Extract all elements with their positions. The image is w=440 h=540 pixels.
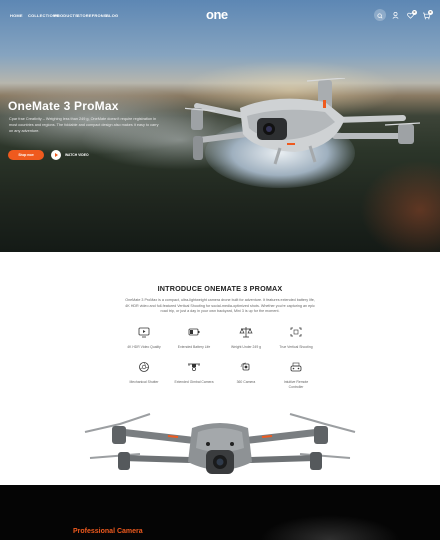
feature-label: Extended Gimbal Camera (174, 380, 214, 384)
battery-icon (188, 328, 200, 336)
feature-label: Extended Battery Life (177, 345, 211, 349)
field-area (360, 160, 440, 252)
video-camera-icon (138, 327, 150, 338)
hero-drone-image (185, 78, 420, 165)
nav-link-home[interactable]: Home (10, 13, 23, 18)
account-button[interactable] (390, 10, 401, 21)
feature-label: Intuitive Remote Controller (283, 380, 309, 389)
top-navigation: Home Collections Products Storefrons Blo… (0, 0, 440, 30)
feature-label: Weight Under 249 g (230, 345, 262, 349)
feature-item: True Vertical Shooting (276, 326, 316, 350)
nav-link-products[interactable]: Products (54, 13, 78, 18)
feature-label: True Vertical Shooting (279, 345, 313, 349)
feature-item: Extended Battery Life (174, 326, 214, 350)
feature-item: 4K HDR Video Quality (124, 326, 164, 350)
hero-banner: Home Collections Products Storefrons Blo… (0, 0, 440, 252)
feature-label: 4K HDR Video Quality (127, 345, 161, 349)
watch-video-link[interactable]: Watch video (65, 153, 89, 157)
cart-count-badge: 0 (428, 10, 433, 15)
hero-description: Cpar frae Creativity – Weighing less tha… (9, 117, 159, 133)
promo-title: Professional Camera (73, 528, 143, 535)
slider-pagination (208, 244, 231, 252)
aperture-icon (139, 362, 149, 372)
shop-now-button[interactable]: Shop now (8, 150, 44, 160)
gimbal-drone-icon (188, 363, 200, 371)
nav-link-storefrons[interactable]: Storefrons (77, 13, 107, 18)
frame-icon (290, 327, 302, 337)
360-camera-icon (240, 362, 250, 371)
wishlist-count-badge: 0 (412, 10, 417, 15)
product-glow (260, 515, 400, 540)
remote-controller-icon (290, 362, 302, 372)
search-icon (377, 13, 383, 19)
site-logo[interactable]: one (206, 7, 228, 22)
hero-title: OneMate 3 ProMax (8, 99, 119, 113)
feature-item: Mechanical Shutter (124, 361, 164, 385)
scale-icon (239, 327, 253, 338)
feature-item: Weight Under 249 g (226, 326, 266, 350)
feature-label: 360 Camera (236, 380, 256, 384)
feature-item: Extended Gimbal Camera (174, 361, 214, 385)
search-button[interactable] (374, 9, 386, 21)
product-drone-image (84, 413, 356, 474)
feature-label: Mechanical Shutter (129, 380, 159, 384)
user-icon (392, 12, 399, 19)
nav-link-blog[interactable]: Blog (106, 13, 118, 18)
promo-section: Professional Camera (0, 485, 440, 540)
section-title: INTRODUCE ONEMATE 3 PROMAX (157, 284, 283, 293)
section-description: OneMate 3 ProMax is a compact, ultra-lig… (125, 298, 315, 314)
play-video-button[interactable] (51, 150, 61, 160)
feature-item: 360 Camera (226, 361, 266, 385)
feature-item: Intuitive Remote Controller (276, 361, 316, 389)
